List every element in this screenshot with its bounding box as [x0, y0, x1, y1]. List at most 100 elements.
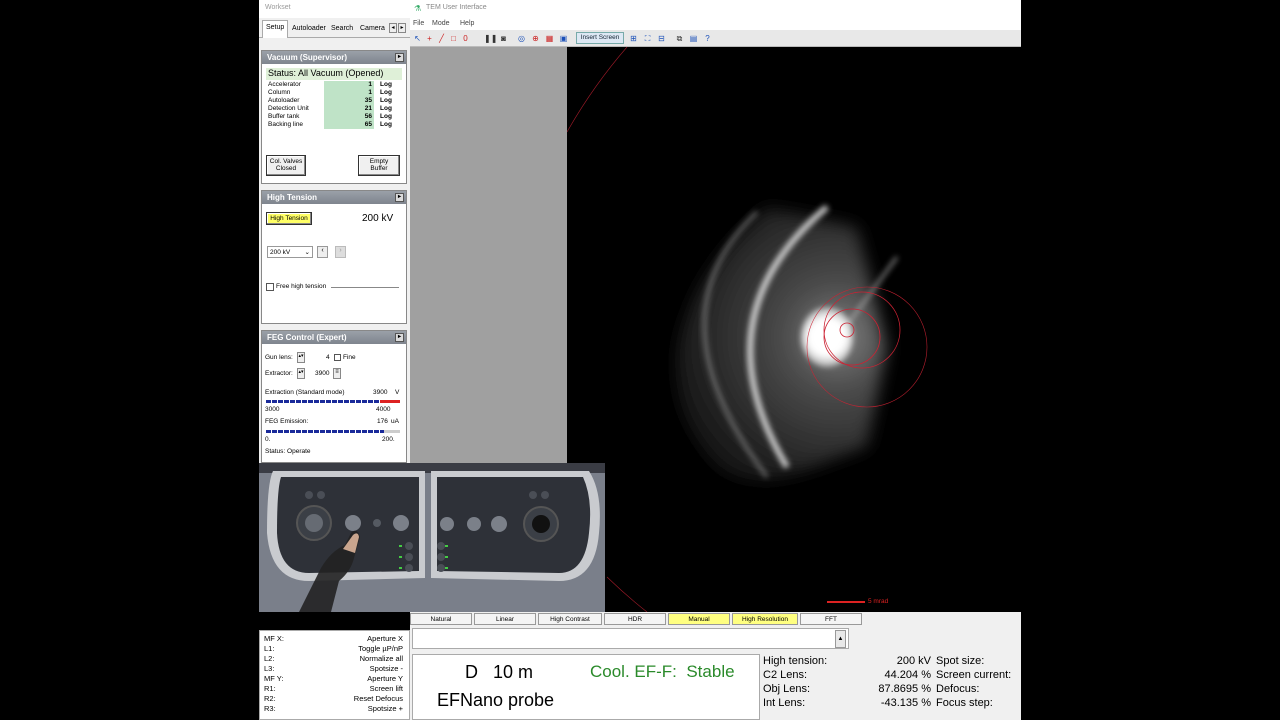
mode-high-resolution[interactable]: High Resolution	[732, 613, 798, 625]
vacuum-panel-body: Status: All Vacuum (Opened) Accelerator …	[262, 64, 406, 183]
int-lens-value: -43.135 %	[880, 697, 931, 709]
mode-linear[interactable]: Linear	[474, 613, 536, 625]
zoom-in-icon[interactable]: ⊞	[628, 33, 639, 44]
empty-buffer-button[interactable]: Empty Buffer	[358, 155, 400, 176]
insert-screen-button[interactable]: Insert Screen	[576, 32, 624, 44]
mode-natural[interactable]: Natural	[410, 613, 472, 625]
mode-fft[interactable]: FFT	[800, 613, 862, 625]
mode-manual[interactable]: Manual	[668, 613, 730, 625]
extraction-label: Extraction (Standard mode)	[265, 389, 345, 396]
vacuum-row-log-link[interactable]: Log	[380, 97, 392, 104]
tab-camera[interactable]: Camera	[357, 22, 388, 37]
extractor-set-button[interactable]: ≡	[333, 368, 341, 379]
vacuum-row: Autoloader 35 Log	[268, 97, 402, 105]
extraction-value: 3900	[373, 389, 388, 396]
fine-checkbox[interactable]	[334, 354, 341, 361]
scroll-up-icon[interactable]: ▲	[835, 630, 846, 648]
tab-scroll-right-icon[interactable]: ▸	[398, 23, 406, 33]
rectangle-tool-icon[interactable]: □	[448, 33, 459, 44]
feg-panel-title: FEG Control (Expert)	[267, 333, 347, 342]
c2-lens-value: 44.204 %	[884, 669, 931, 681]
high-tension-button[interactable]: High Tension	[266, 212, 312, 225]
vacuum-row-name: Autoloader	[268, 97, 300, 104]
tab-setup[interactable]: Setup	[262, 20, 289, 38]
button-map-row: L1: Toggle µP/nP	[264, 644, 406, 654]
menu-help[interactable]: Help	[460, 20, 474, 27]
free-high-tension-slider[interactable]	[331, 287, 399, 288]
vacuum-row-log-link[interactable]: Log	[380, 113, 392, 120]
vacuum-row-log-link[interactable]: Log	[380, 89, 392, 96]
vacuum-row: Column 1 Log	[268, 89, 402, 97]
message-field	[412, 628, 849, 649]
tab-autoloader[interactable]: Autoloader	[289, 22, 329, 37]
vacuum-panel: Vacuum (Supervisor) ▸ Status: All Vacuum…	[261, 50, 407, 184]
tab-search[interactable]: Search	[328, 22, 356, 37]
focus-step-label: Focus step:	[936, 697, 993, 709]
high-tension-readout-label: High tension:	[763, 655, 828, 667]
panel-expand-icon[interactable]: ▸	[395, 193, 404, 202]
high-tension-select[interactable]: 200 kV ⌄	[267, 246, 313, 258]
gun-lens-value: 4	[326, 354, 330, 361]
menu-file[interactable]: File	[413, 20, 424, 27]
line-tool-icon[interactable]: ╱	[436, 33, 447, 44]
display-mode-bar: Natural Linear High Contrast HDR Manual …	[410, 612, 1021, 626]
high-tension-panel-body: High Tension 200 kV 200 kV ⌄ ‹ › Free hi…	[262, 204, 406, 323]
decrease-arrow-icon[interactable]: ‹	[317, 246, 328, 258]
button-map-value: Normalize all	[359, 654, 403, 663]
emission-max: 200.	[382, 436, 395, 443]
empty-buffer-line1: Empty	[369, 158, 389, 165]
menu-mode[interactable]: Mode	[432, 20, 450, 27]
tab-scroll-left-icon[interactable]: ◂	[389, 23, 397, 33]
crosshair-icon[interactable]: +	[424, 33, 435, 44]
message-line: ▲	[410, 626, 1021, 652]
fit-icon[interactable]: ⛶	[642, 33, 653, 44]
layout-icon[interactable]: ▤	[688, 33, 699, 44]
diffraction-image-view[interactable]: 5 mrad	[566, 46, 1021, 613]
col-valves-button[interactable]: Col. Valves Closed	[266, 155, 306, 176]
target-icon[interactable]: ◎	[516, 33, 527, 44]
button-map-value: Spotsize -	[369, 664, 403, 673]
screen-current-label: Screen current:	[936, 669, 1012, 681]
app-logo-icon: ⚗	[414, 4, 422, 13]
mode-high-contrast[interactable]: High Contrast	[538, 613, 602, 625]
camera-icon[interactable]: ◙	[498, 33, 509, 44]
pointer-icon[interactable]: ↖	[412, 33, 423, 44]
vacuum-row-log-link[interactable]: Log	[380, 121, 392, 128]
mode-hdr[interactable]: HDR	[604, 613, 666, 625]
mode-readout-box: D 10 m EFNano probe Cool. EF-F: Stable	[412, 654, 760, 720]
panel-expand-icon[interactable]: ▸	[395, 53, 404, 62]
emission-scale-track	[266, 430, 400, 433]
button-map-value: Spotsize +	[367, 704, 403, 713]
grid-icon[interactable]: ▦	[544, 33, 555, 44]
button-map-value: Screen lift	[369, 684, 403, 693]
sequence-icon[interactable]: ▣	[558, 33, 569, 44]
probe-mode: EFNano probe	[437, 690, 555, 710]
button-map-row: MF X: Aperture X	[264, 634, 406, 644]
copy-icon[interactable]: ⧉	[674, 33, 685, 44]
free-high-tension-checkbox[interactable]	[266, 283, 274, 291]
zoom-out-icon[interactable]: ⊟	[656, 33, 667, 44]
vacuum-row-value: 65	[324, 121, 374, 129]
panel-expand-icon[interactable]: ▸	[395, 333, 404, 342]
reticle-icon[interactable]: ⊕	[530, 33, 541, 44]
pause-icon[interactable]: ❚❚	[484, 33, 497, 44]
vacuum-row-name: Column	[268, 89, 291, 96]
increase-arrow-icon[interactable]: ›	[335, 246, 346, 258]
vacuum-row: Accelerator 1 Log	[268, 81, 402, 89]
help-icon[interactable]: ?	[702, 33, 713, 44]
empty-buffer-line2: Buffer	[370, 165, 388, 172]
vacuum-row-log-link[interactable]: Log	[380, 81, 392, 88]
emission-unit: uA	[391, 418, 399, 425]
diffraction-pattern	[566, 46, 1021, 613]
extractor-spinner[interactable]: ▴▾	[297, 368, 305, 379]
ellipse-tool-icon[interactable]: 0	[460, 33, 471, 44]
vacuum-row-value: 1	[324, 81, 374, 89]
gun-lens-spinner[interactable]: ▴▾	[297, 352, 305, 363]
vacuum-row-log-link[interactable]: Log	[380, 105, 392, 112]
fine-label: Fine	[343, 354, 356, 361]
button-map-key: L3:	[264, 664, 275, 673]
int-lens-label: Int Lens:	[763, 697, 806, 709]
high-tension-panel: High Tension ▸ High Tension 200 kV 200 k…	[261, 190, 407, 324]
vacuum-row: Detection Unit 21 Log	[268, 105, 402, 113]
emission-value: 176	[377, 418, 388, 425]
